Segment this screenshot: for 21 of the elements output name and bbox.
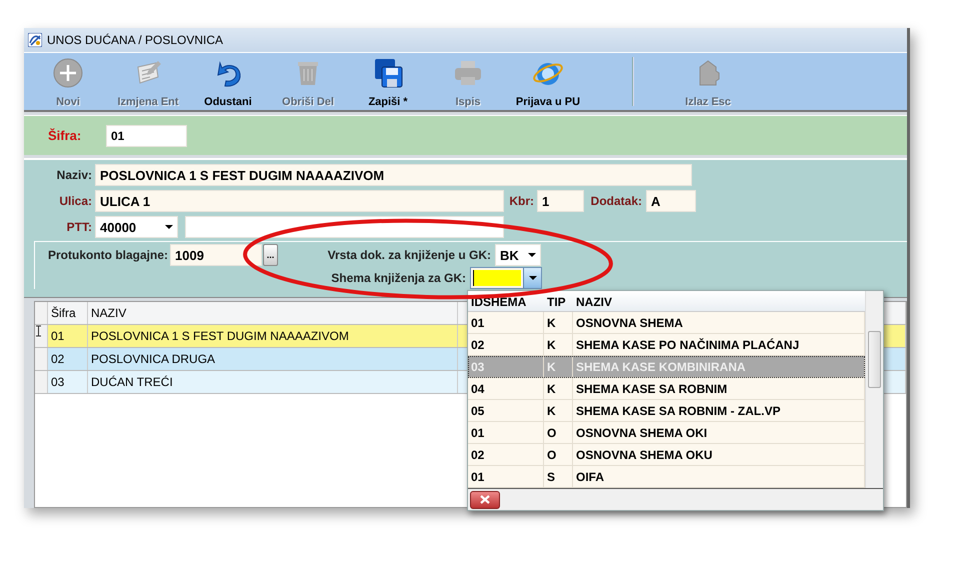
field-label: Dodatak:: [590, 194, 643, 208]
window-title: UNOS DUĆANA / POSLOVNICA: [47, 33, 224, 47]
column-header: NAZIV: [88, 302, 458, 324]
field-label: Naziv:: [56, 168, 93, 182]
table-cell: POSLOVNICA 1 S FEST DUGIM NAAAAZIVOM: [88, 325, 458, 347]
column-header: IDSHEMA: [470, 294, 528, 311]
column-header: NAZIV: [575, 294, 613, 311]
column-header: Šifra: [48, 302, 88, 324]
column-header: TIP: [546, 294, 567, 311]
field-label: Ulica:: [58, 194, 93, 208]
field-label: Vrsta dok. za knjiženje u GK:: [326, 248, 492, 262]
field-label: PTT:: [66, 220, 93, 234]
field-label: Shema knjiženja za GK:: [330, 271, 467, 285]
table-cell: 01: [48, 325, 88, 347]
table-cell: 02: [48, 348, 88, 370]
field-label: Protukonto blagajne:: [47, 248, 169, 262]
table-cell: 03: [48, 371, 88, 393]
field-label: Šifra:: [48, 128, 82, 143]
table-cell: POSLOVNICA DRUGA: [88, 348, 458, 370]
field-label: Kbr:: [508, 194, 535, 208]
table-cell: DUĆAN TREĆI: [88, 371, 458, 393]
